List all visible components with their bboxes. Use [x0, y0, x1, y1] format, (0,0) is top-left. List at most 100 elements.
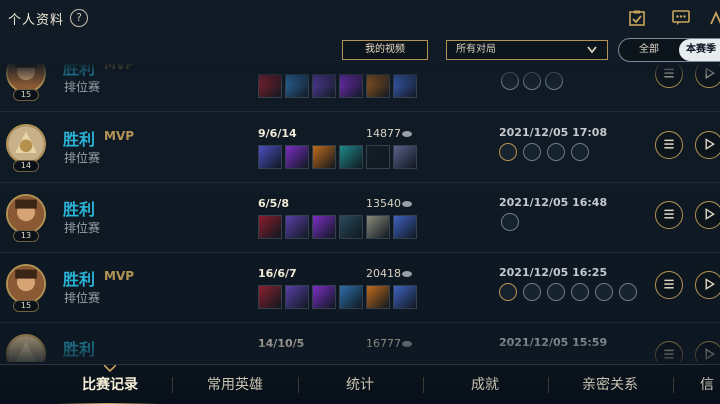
gold-earned: 13540: [366, 197, 401, 210]
help-icon[interactable]: ?: [70, 9, 88, 27]
match-filter-value: 所有对局: [456, 44, 496, 55]
nav-tab-more[interactable]: 信: [700, 365, 720, 404]
nav-tab-relations[interactable]: 亲密关系: [550, 365, 670, 404]
nav-tab-achievements[interactable]: 成就: [425, 365, 545, 404]
badge-list: [499, 143, 639, 163]
item-slot-2: [285, 74, 309, 98]
header: 个人资料 ?: [0, 0, 720, 36]
champion-level: 15: [13, 89, 39, 101]
match-time: 2021/12/05 15:59: [499, 336, 608, 349]
match-time: 2021/12/05 16:25: [499, 266, 608, 279]
match-row[interactable]: 13 胜利 排位赛 6/5/8 13540 2021/12/05 16:48: [0, 183, 720, 253]
badge-list: [499, 72, 639, 92]
badge-list: [499, 283, 639, 303]
chat-icon[interactable]: [672, 10, 690, 26]
item-slot-6: [393, 285, 417, 309]
badge-icon: [571, 143, 589, 161]
kda: 9/6/14: [258, 127, 297, 140]
more-icon[interactable]: [710, 10, 720, 26]
my-videos-button[interactable]: 我的视频: [342, 40, 428, 60]
play-icon: [705, 348, 715, 360]
match-filter-select[interactable]: 所有对局: [446, 40, 608, 60]
badge-icon: [545, 72, 563, 90]
bottom-nav: 比赛记录 常用英雄 统计 成就 亲密关系 信: [0, 364, 720, 404]
item-slot-5: [366, 285, 390, 309]
badge-list: [499, 213, 639, 233]
badge-icon: [523, 72, 541, 90]
badge-icon: [547, 283, 565, 301]
item-slot-6: [393, 74, 417, 98]
item-slot-3: [312, 74, 336, 98]
gold-coin-icon: [402, 341, 412, 347]
mvp-label: MVP: [104, 64, 135, 72]
mvp-label: MVP: [104, 129, 135, 143]
match-row[interactable]: 15 胜利 MVP 排位赛 16/6/7 20418 2021/12/05 16…: [0, 253, 720, 323]
page-title: 个人资料: [8, 13, 65, 28]
item-slot-1: [258, 145, 282, 169]
badge-icon: [523, 143, 541, 161]
item-slot-1: [258, 285, 282, 309]
badge-icon: [501, 72, 519, 90]
match-result: 胜利: [63, 130, 96, 149]
match-details-button[interactable]: [655, 201, 683, 229]
match-row[interactable]: 14 胜利 MVP 排位赛 9/6/14 14877 2021/12/05 17…: [0, 113, 720, 183]
champion-avatar: [6, 334, 46, 362]
chevron-down-icon: [587, 46, 597, 54]
item-slot-2: [285, 215, 309, 239]
match-replay-button[interactable]: [695, 131, 720, 159]
badge-icon: [523, 283, 541, 301]
match-result: 胜利: [63, 270, 96, 289]
match-row[interactable]: 胜利 14/10/5 16777 2021/12/05 15:59: [0, 323, 720, 362]
match-replay-button[interactable]: [695, 201, 720, 229]
item-slot-2: [285, 285, 309, 309]
gold-earned: 16777: [366, 337, 401, 350]
nav-divider: [172, 377, 173, 393]
item-slot-4: [339, 145, 363, 169]
match-replay-button[interactable]: [695, 341, 720, 362]
item-slot-3: [312, 285, 336, 309]
gold-coin-icon: [402, 271, 412, 277]
item-slot-3: [312, 145, 336, 169]
item-slot-1: [258, 74, 282, 98]
match-details-button[interactable]: [655, 271, 683, 299]
match-replay-button[interactable]: [695, 64, 720, 88]
toggle-season[interactable]: 本赛季: [679, 39, 720, 61]
item-build: [258, 74, 420, 98]
item-slot-1: [258, 215, 282, 239]
badge-icon: [501, 213, 519, 231]
list-icon: [664, 349, 674, 359]
badge-icon: [547, 143, 565, 161]
badge-icon: [595, 283, 613, 301]
badge-icon: [499, 283, 517, 301]
match-result: 胜利: [63, 64, 96, 78]
play-icon: [705, 278, 715, 290]
item-build: [258, 145, 420, 169]
list-icon: [664, 279, 674, 289]
toggle-all[interactable]: 全部: [619, 39, 679, 61]
item-slot-4: [339, 285, 363, 309]
task-checklist-icon[interactable]: [628, 10, 646, 26]
match-details-button[interactable]: [655, 131, 683, 159]
match-result: 胜利: [63, 340, 96, 359]
match-list: 15 胜利 MVP 排位赛 14 胜利 MVP 排位赛 9/6/14 14877…: [0, 64, 720, 362]
play-icon: [705, 67, 715, 79]
item-slot-5: [366, 145, 390, 169]
item-build: [258, 215, 420, 239]
match-time: 2021/12/05 16:48: [499, 196, 608, 209]
nav-tab-champions[interactable]: 常用英雄: [175, 365, 295, 404]
item-slot-6: [393, 215, 417, 239]
game-mode: 排位赛: [64, 221, 101, 235]
list-icon: [664, 68, 674, 78]
champion-level: 14: [13, 160, 39, 172]
nav-tab-stats[interactable]: 统计: [300, 365, 420, 404]
match-row[interactable]: 15 胜利 MVP 排位赛: [0, 64, 720, 112]
item-slot-3: [312, 215, 336, 239]
nav-divider: [548, 377, 549, 393]
champion-level: 15: [13, 300, 39, 312]
match-details-button[interactable]: [655, 64, 683, 88]
match-details-button[interactable]: [655, 341, 683, 362]
match-replay-button[interactable]: [695, 271, 720, 299]
match-result: 胜利: [63, 200, 96, 219]
badge-icon: [499, 143, 517, 161]
nav-tab-match-history[interactable]: 比赛记录: [50, 365, 170, 404]
